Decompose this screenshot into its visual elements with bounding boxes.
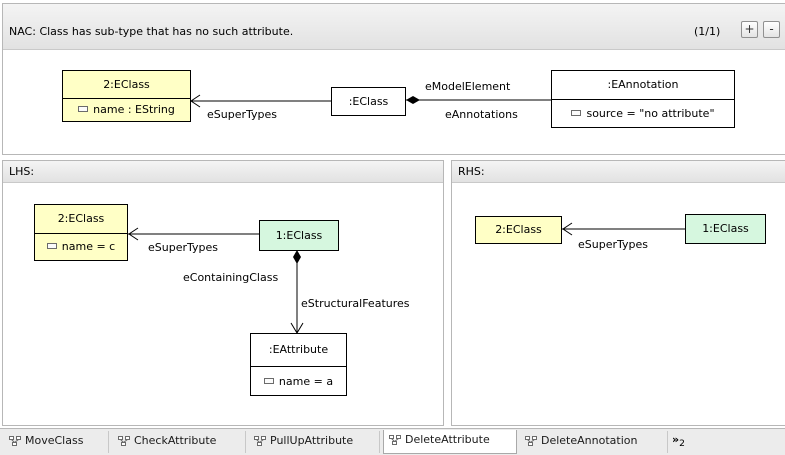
lhs-supertypes-label: eSuperTypes xyxy=(148,241,218,254)
nac-eclass2-node[interactable]: 2:EClass name : EString xyxy=(62,70,191,122)
node-name: :EAnnotation xyxy=(607,78,679,91)
nac-header: NAC: Class has sub-type that has no such… xyxy=(3,4,785,50)
rhs-eclass2-node[interactable]: 2:EClass xyxy=(475,216,562,244)
tab-deleteattribute[interactable]: DeleteAttribute xyxy=(383,430,517,454)
attribute-text: source = "no attribute" xyxy=(586,107,715,120)
more-tabs-button[interactable]: »2 xyxy=(672,433,685,449)
rhs-eclass1-node[interactable]: 1:EClass xyxy=(685,214,766,244)
attribute-text: name : EString xyxy=(93,103,175,116)
nac-supertypes-label: eSuperTypes xyxy=(207,108,277,121)
rhs-panel: RHS: xyxy=(451,160,785,426)
attribute-text: name = c xyxy=(61,240,116,253)
tab-label: DeleteAttribute xyxy=(405,433,490,446)
tab-label: MoveClass xyxy=(25,434,84,447)
tab-pullupattribute[interactable]: PullUpAttribute xyxy=(249,431,380,453)
lhs-eclass2-node[interactable]: 2:EClass name = c xyxy=(34,204,128,261)
rule-icon xyxy=(254,436,266,446)
rule-icon xyxy=(525,436,537,446)
rhs-title: RHS: xyxy=(458,165,485,178)
tab-label: PullUpAttribute xyxy=(270,434,354,447)
nac-title: NAC: Class has sub-type that has no such… xyxy=(9,25,294,38)
tab-deleteannotation[interactable]: DeleteAnnotation xyxy=(520,431,668,453)
rule-tab-bar: MoveClass CheckAttribute PullUpAttribute… xyxy=(0,428,785,455)
nac-eannotation-node[interactable]: :EAnnotation source = "no attribute" xyxy=(551,70,735,128)
node-name: 2:EClass xyxy=(103,78,150,91)
lhs-panel: LHS: xyxy=(2,160,444,426)
remove-nac-button[interactable]: - xyxy=(763,21,780,38)
hidden-tab-count: 2 xyxy=(679,438,685,450)
node-name: :EClass xyxy=(348,95,389,108)
attribute-icon xyxy=(78,106,89,112)
lhs-structural-features-label: eStructuralFeatures xyxy=(301,297,410,310)
lhs-eclass1-node[interactable]: 1:EClass xyxy=(259,220,339,251)
nac-model-element-label: eModelElement xyxy=(425,80,511,93)
node-name: 2:EClass xyxy=(57,212,105,225)
rhs-header: RHS: xyxy=(452,161,785,183)
tab-checkattribute[interactable]: CheckAttribute xyxy=(113,431,246,453)
node-name: 1:EClass xyxy=(702,222,749,235)
tab-label: CheckAttribute xyxy=(134,434,217,447)
rule-icon xyxy=(389,435,401,445)
attribute-icon xyxy=(46,243,57,249)
tab-label: DeleteAnnotation xyxy=(541,434,638,447)
node-attributes: name : EString xyxy=(63,98,190,121)
node-attributes: name = a xyxy=(251,366,346,396)
node-attributes: name = c xyxy=(35,233,127,260)
add-nac-button[interactable]: + xyxy=(741,21,758,38)
lhs-header: LHS: xyxy=(3,161,443,183)
lhs-title: LHS: xyxy=(9,165,35,178)
node-name: 1:EClass xyxy=(275,229,323,242)
rule-icon xyxy=(9,436,21,446)
rule-icon xyxy=(118,436,130,446)
node-attributes: source = "no attribute" xyxy=(552,99,734,127)
node-name: :EAttribute xyxy=(268,343,329,356)
nac-counter: (1/1) xyxy=(694,25,721,38)
attribute-icon xyxy=(571,110,582,116)
lhs-eattribute-node[interactable]: :EAttribute name = a xyxy=(250,333,347,396)
node-name: 2:EClass xyxy=(495,223,542,236)
attribute-text: name = a xyxy=(278,375,334,388)
lhs-containing-class-label: eContainingClass xyxy=(183,271,279,284)
tab-moveclass[interactable]: MoveClass xyxy=(4,431,109,453)
nac-annotations-label: eAnnotations xyxy=(445,108,518,121)
attribute-icon xyxy=(263,378,274,384)
rhs-supertypes-label: eSuperTypes xyxy=(578,238,648,251)
nac-eclass-node[interactable]: :EClass xyxy=(331,87,406,116)
